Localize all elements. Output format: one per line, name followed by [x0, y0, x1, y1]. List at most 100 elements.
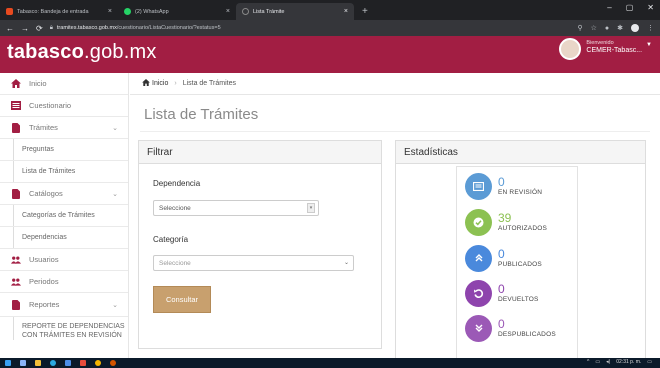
sidebar-item-reporte-dependencias[interactable]: REPORTE DE DEPENDENCIAS CON TRÁMITES EN … — [0, 317, 128, 340]
breadcrumb-home-link[interactable]: Inicio — [152, 80, 168, 87]
close-window-button[interactable]: ✕ — [647, 3, 654, 12]
zoom-icon[interactable]: ⚲ — [577, 24, 582, 32]
store-icon[interactable] — [65, 360, 71, 366]
check-icon — [465, 208, 492, 236]
volume-icon[interactable]: ◂) — [606, 359, 610, 365]
chrome-icon[interactable] — [95, 360, 101, 366]
window-controls: – ▢ ✕ — [607, 3, 654, 12]
stat-value: 0 — [498, 282, 505, 296]
sidebar-item-tramites[interactable]: Trámites ⌄ — [0, 117, 128, 139]
task-view-icon[interactable] — [20, 360, 26, 366]
browser-tab-lista-tramite[interactable]: Lista Trámite × — [236, 3, 354, 20]
sidebar-item-cuestionario[interactable]: Cuestionario — [0, 95, 128, 117]
chevron-up-icon[interactable]: ^ — [587, 359, 589, 365]
title-divider — [140, 131, 650, 132]
user-name: CEMER-Tabasc... — [586, 47, 643, 54]
tab-close-icon[interactable]: × — [108, 8, 112, 15]
caret-down-icon: ▼ — [646, 42, 652, 48]
chevron-down-icon: ⌄ — [343, 260, 349, 266]
chevron-down-icon: ⌄ — [112, 124, 118, 132]
user-info: Bienvenido CEMER-Tabasc... — [586, 38, 642, 55]
file-explorer-icon[interactable] — [35, 360, 41, 366]
categoria-select-value: Seleccione — [159, 259, 191, 267]
sidebar-item-label: Reportes — [29, 300, 60, 309]
sidebar-item-inicio[interactable]: Inicio — [0, 73, 128, 95]
tab-title: (2) WhatsApp — [135, 8, 169, 15]
browser-tab-gmail[interactable]: Tabasco: Bandeja de entrada × — [0, 3, 118, 20]
filter-panel: Filtrar Dependencia Seleccione ▾ Categor… — [138, 140, 382, 349]
menu-kebab-icon[interactable]: ⋮ — [647, 24, 654, 32]
dependencia-select[interactable]: Seleccione ▾ — [153, 200, 319, 216]
stat-publicados: 0 PUBLICADOS — [465, 243, 542, 273]
stat-label: DESPUBLICADOS — [498, 331, 556, 338]
sidebar-item-periodos[interactable]: Periodos — [0, 271, 128, 293]
stat-value: 0 — [498, 247, 505, 261]
browser-tab-whatsapp[interactable]: (2) WhatsApp × — [118, 3, 236, 20]
home-icon — [11, 79, 21, 89]
sidebar-item-catalogos[interactable]: Catálogos ⌄ — [0, 183, 128, 205]
puzzle-icon[interactable]: ✱ — [617, 24, 623, 32]
taskbar-clock[interactable]: 02:31 p. m. — [616, 359, 641, 365]
stat-label: PUBLICADOS — [498, 261, 542, 268]
sidebar-item-label: Usuarios — [29, 255, 59, 264]
consultar-button[interactable]: Consultar — [153, 286, 211, 313]
breadcrumb-separator: › — [174, 80, 177, 87]
document-icon — [11, 122, 21, 133]
extension-icon[interactable]: ● — [605, 25, 609, 32]
tab-close-icon[interactable]: × — [344, 8, 348, 15]
network-icon[interactable]: ▭ — [595, 359, 600, 365]
maximize-button[interactable]: ▢ — [626, 3, 634, 12]
sidebar-item-label: REPORTE DE DEPENDENCIAS CON TRÁMITES EN … — [22, 323, 125, 339]
gmail-favicon-icon — [6, 8, 13, 15]
app-icon[interactable] — [80, 360, 86, 366]
sidebar-item-lista-de-tramites[interactable]: Lista de Trámites — [0, 161, 128, 183]
stat-en-revision: 0 EN REVISIÓN — [465, 171, 542, 201]
users-icon — [11, 255, 21, 265]
main-content: Inicio › Lista de Trámites Lista de Trám… — [130, 73, 660, 358]
filter-panel-heading: Filtrar — [139, 141, 381, 164]
site-logo[interactable]: tabasco.gob.mx — [7, 41, 157, 64]
reload-icon[interactable]: ⟳ — [36, 24, 43, 33]
sidebar-item-categorias-de-tramites[interactable]: Categorías de Trámites — [0, 205, 128, 227]
minimize-button[interactable]: – — [607, 3, 611, 12]
chevron-down-icon: ⌄ — [112, 301, 118, 309]
document-icon — [11, 299, 21, 310]
categoria-select[interactable]: Seleccione ⌄ — [153, 255, 354, 271]
sidebar-item-preguntas[interactable]: Preguntas — [0, 139, 128, 161]
profile-icon[interactable] — [631, 24, 639, 32]
address-bar[interactable]: 🔒︎ tramites.tabasco.gob.mx /cuestionario… — [50, 25, 571, 32]
document-icon — [11, 188, 21, 199]
breadcrumb: Inicio › Lista de Trámites — [130, 73, 660, 95]
star-icon[interactable]: ☆ — [591, 24, 597, 32]
chevron-down-icon: ▾ — [307, 203, 315, 213]
url-path: /cuestionario/ListaCuestionario/?estatus… — [116, 25, 221, 31]
notifications-icon[interactable]: ▭ — [647, 359, 652, 365]
logo-bold: tabasco — [7, 41, 84, 63]
user-menu[interactable]: Bienvenido CEMER-Tabasc... ▼ — [559, 38, 652, 60]
whatsapp-favicon-icon — [124, 8, 131, 15]
browser-tab-strip: Tabasco: Bandeja de entrada × (2) WhatsA… — [0, 0, 660, 20]
sidebar-item-usuarios[interactable]: Usuarios — [0, 249, 128, 271]
new-tab-button[interactable]: + — [354, 6, 376, 20]
toolbar-icons: ⚲ ☆ ● ✱ ⋮ — [577, 24, 654, 32]
app-icon[interactable] — [110, 360, 116, 366]
sidebar-item-dependencias[interactable]: Dependencias — [0, 227, 128, 249]
list-icon — [11, 101, 21, 111]
lock-icon: 🔒︎ — [49, 24, 53, 31]
logo-rest: .gob.mx — [84, 41, 157, 63]
edge-icon[interactable] — [50, 360, 56, 366]
sidebar-item-label: Categorías de Trámites — [22, 212, 95, 219]
stat-label: EN REVISIÓN — [498, 189, 543, 196]
windows-start-icon[interactable] — [5, 360, 11, 366]
breadcrumb-current: Lista de Trámites — [182, 80, 236, 87]
site-header: tabasco.gob.mx Bienvenido CEMER-Tabasc..… — [0, 36, 660, 73]
back-icon[interactable]: ← — [6, 24, 14, 33]
stat-devueltos: 0 DEVUELTOS — [465, 278, 539, 308]
forward-icon[interactable]: → — [21, 24, 29, 33]
sidebar-item-reportes[interactable]: Reportes ⌄ — [0, 293, 128, 317]
stats-list: 0 EN REVISIÓN 39 AUTORIZADOS 0 PUBLICADO… — [456, 166, 578, 358]
home-icon — [142, 79, 150, 88]
stat-value: 0 — [498, 317, 505, 331]
dependencia-select-value: Seleccione — [159, 204, 191, 212]
tab-close-icon[interactable]: × — [226, 8, 230, 15]
